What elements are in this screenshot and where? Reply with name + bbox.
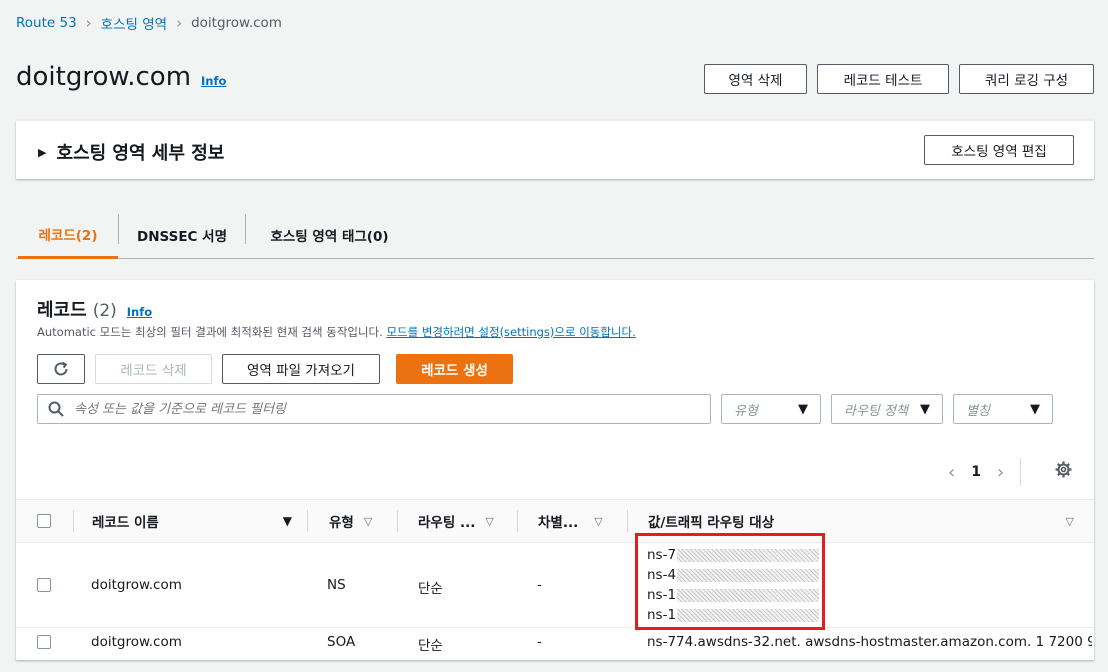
- breadcrumb-current: doitgrow.com: [191, 15, 282, 31]
- delete-record-button[interactable]: 레코드 삭제: [95, 354, 212, 384]
- pagination: ‹ 1 ›: [948, 458, 1037, 486]
- record-routing: 단순: [418, 581, 443, 597]
- column-divider: [627, 510, 628, 532]
- type-filter-select[interactable]: 유형 ▼: [721, 394, 821, 424]
- page-title-text: doitgrow.com: [16, 62, 192, 92]
- type-filter-label: 유형: [734, 403, 758, 419]
- table-header: 레코드 이름 ▼ 유형 ▽ 라우팅 ... ▽ 차별... ▽ 값/트래픽 라우팅 대…: [16, 499, 1094, 543]
- column-divider: [307, 510, 308, 532]
- gear-icon[interactable]: [1055, 461, 1072, 478]
- column-header-value-label: 값/트래픽 라우팅 대상: [648, 515, 775, 531]
- hosted-zone-details-panel: ▶ 호스팅 영역 세부 정보 호스팅 영역 편집: [16, 120, 1094, 179]
- chevron-left-icon[interactable]: ‹: [948, 462, 955, 483]
- routing-policy-filter-select[interactable]: 라우팅 정책 ▼: [831, 394, 943, 424]
- records-heading: 레코드 (2) Info: [37, 296, 152, 322]
- record-type: NS: [327, 577, 346, 593]
- tab-dnssec[interactable]: DNSSEC 서명: [119, 212, 245, 258]
- breadcrumb-route53[interactable]: Route 53: [16, 15, 77, 31]
- alias-filter-label: 별칭: [966, 403, 990, 419]
- column-header-differentiator[interactable]: 차별... ▽: [538, 500, 603, 542]
- column-header-routing[interactable]: 라우팅 ... ▽: [418, 500, 494, 542]
- records-description-text: Automatic 모드는 최상의 필터 결과에 최적화된 현재 검색 동작입니…: [37, 325, 387, 339]
- page-title: doitgrow.com Info: [16, 62, 226, 92]
- chevron-right-icon: ›: [176, 14, 183, 32]
- sort-icon: ▽: [363, 514, 373, 528]
- records-info-link[interactable]: Info: [127, 305, 152, 319]
- select-all-checkbox[interactable]: [37, 514, 51, 528]
- tab-tags[interactable]: 호스팅 영역 태그(0): [246, 212, 413, 258]
- record-filter-search[interactable]: [37, 394, 711, 424]
- chevron-right-icon: ›: [85, 14, 92, 32]
- import-zone-file-button[interactable]: 영역 파일 가져오기: [222, 354, 380, 384]
- page-number[interactable]: 1: [971, 464, 981, 480]
- column-divider: [73, 510, 74, 532]
- column-header-type-label: 유형: [329, 515, 354, 531]
- column-header-name[interactable]: 레코드 이름 ▼: [92, 500, 292, 542]
- refresh-button[interactable]: [37, 354, 85, 384]
- record-differentiator: -: [537, 577, 542, 593]
- delete-zone-button[interactable]: 영역 삭제: [704, 64, 807, 94]
- query-logging-button[interactable]: 쿼리 로깅 구성: [959, 64, 1094, 94]
- routing-filter-label: 라우팅 정책: [844, 403, 908, 419]
- search-icon: [48, 401, 64, 417]
- info-link[interactable]: Info: [201, 74, 226, 88]
- record-value: ns-774.awsdns-32.net. awsdns-hostmaster.…: [647, 634, 1092, 650]
- records-title: 레코드: [37, 300, 87, 321]
- row-checkbox[interactable]: [37, 578, 51, 592]
- column-divider: [517, 510, 518, 532]
- records-description: Automatic 모드는 최상의 필터 결과에 최적화된 현재 검색 동작입니…: [37, 324, 636, 340]
- column-header-name-label: 레코드 이름: [92, 515, 159, 531]
- alias-filter-select[interactable]: 별칭 ▼: [953, 394, 1053, 424]
- table-row[interactable]: doitgrow.com SOA 단순 - ns-774.awsdns-32.n…: [16, 628, 1094, 658]
- record-name: doitgrow.com: [91, 577, 182, 593]
- sort-icon: ▽: [485, 514, 494, 528]
- caret-down-icon: ▼: [920, 401, 930, 417]
- sort-icon: ▽: [594, 514, 603, 528]
- test-record-button[interactable]: 레코드 테스트: [817, 64, 949, 94]
- column-divider: [397, 510, 398, 532]
- record-type: SOA: [327, 634, 356, 650]
- refresh-icon: [54, 361, 68, 376]
- records-container: 레코드 (2) Info Automatic 모드는 최상의 필터 결과에 최적…: [16, 280, 1094, 660]
- caret-right-icon: ▶: [38, 145, 47, 159]
- sort-down-icon: ▼: [282, 514, 292, 528]
- edit-hosted-zone-button[interactable]: 호스팅 영역 편집: [924, 135, 1074, 165]
- row-checkbox[interactable]: [37, 635, 51, 649]
- caret-down-icon: ▼: [798, 401, 808, 417]
- table-row[interactable]: doitgrow.com NS 단순 - ns-7 ns-4 ns-1 ns-1: [16, 543, 1094, 628]
- sort-icon: ▽: [1065, 514, 1074, 528]
- chevron-right-icon[interactable]: ›: [997, 462, 1004, 483]
- settings-link[interactable]: 모드를 변경하려면 설정(settings)으로 이동합니다.: [386, 325, 635, 339]
- record-routing: 단순: [418, 638, 443, 654]
- tab-records[interactable]: 레코드(2): [18, 212, 118, 259]
- records-count: (2): [92, 301, 117, 321]
- breadcrumb-hosted-zones[interactable]: 호스팅 영역: [101, 13, 167, 33]
- record-name: doitgrow.com: [91, 634, 182, 650]
- column-header-differentiator-label: 차별...: [538, 515, 579, 531]
- create-record-button[interactable]: 레코드 생성: [396, 354, 513, 384]
- breadcrumb: Route 53 › 호스팅 영역 › doitgrow.com: [16, 13, 282, 33]
- search-input[interactable]: [74, 401, 674, 417]
- record-differentiator: -: [537, 634, 542, 650]
- details-toggle[interactable]: ▶ 호스팅 영역 세부 정보: [38, 139, 224, 165]
- tabs: 레코드(2) DNSSEC 서명 호스팅 영역 태그(0): [16, 212, 1094, 259]
- caret-down-icon: ▼: [1030, 401, 1040, 417]
- details-title: 호스팅 영역 세부 정보: [56, 143, 225, 164]
- column-header-type[interactable]: 유형 ▽: [329, 500, 372, 542]
- red-highlight-box: [635, 533, 825, 630]
- column-header-routing-label: 라우팅 ...: [418, 515, 476, 531]
- pager-divider: [1020, 458, 1022, 486]
